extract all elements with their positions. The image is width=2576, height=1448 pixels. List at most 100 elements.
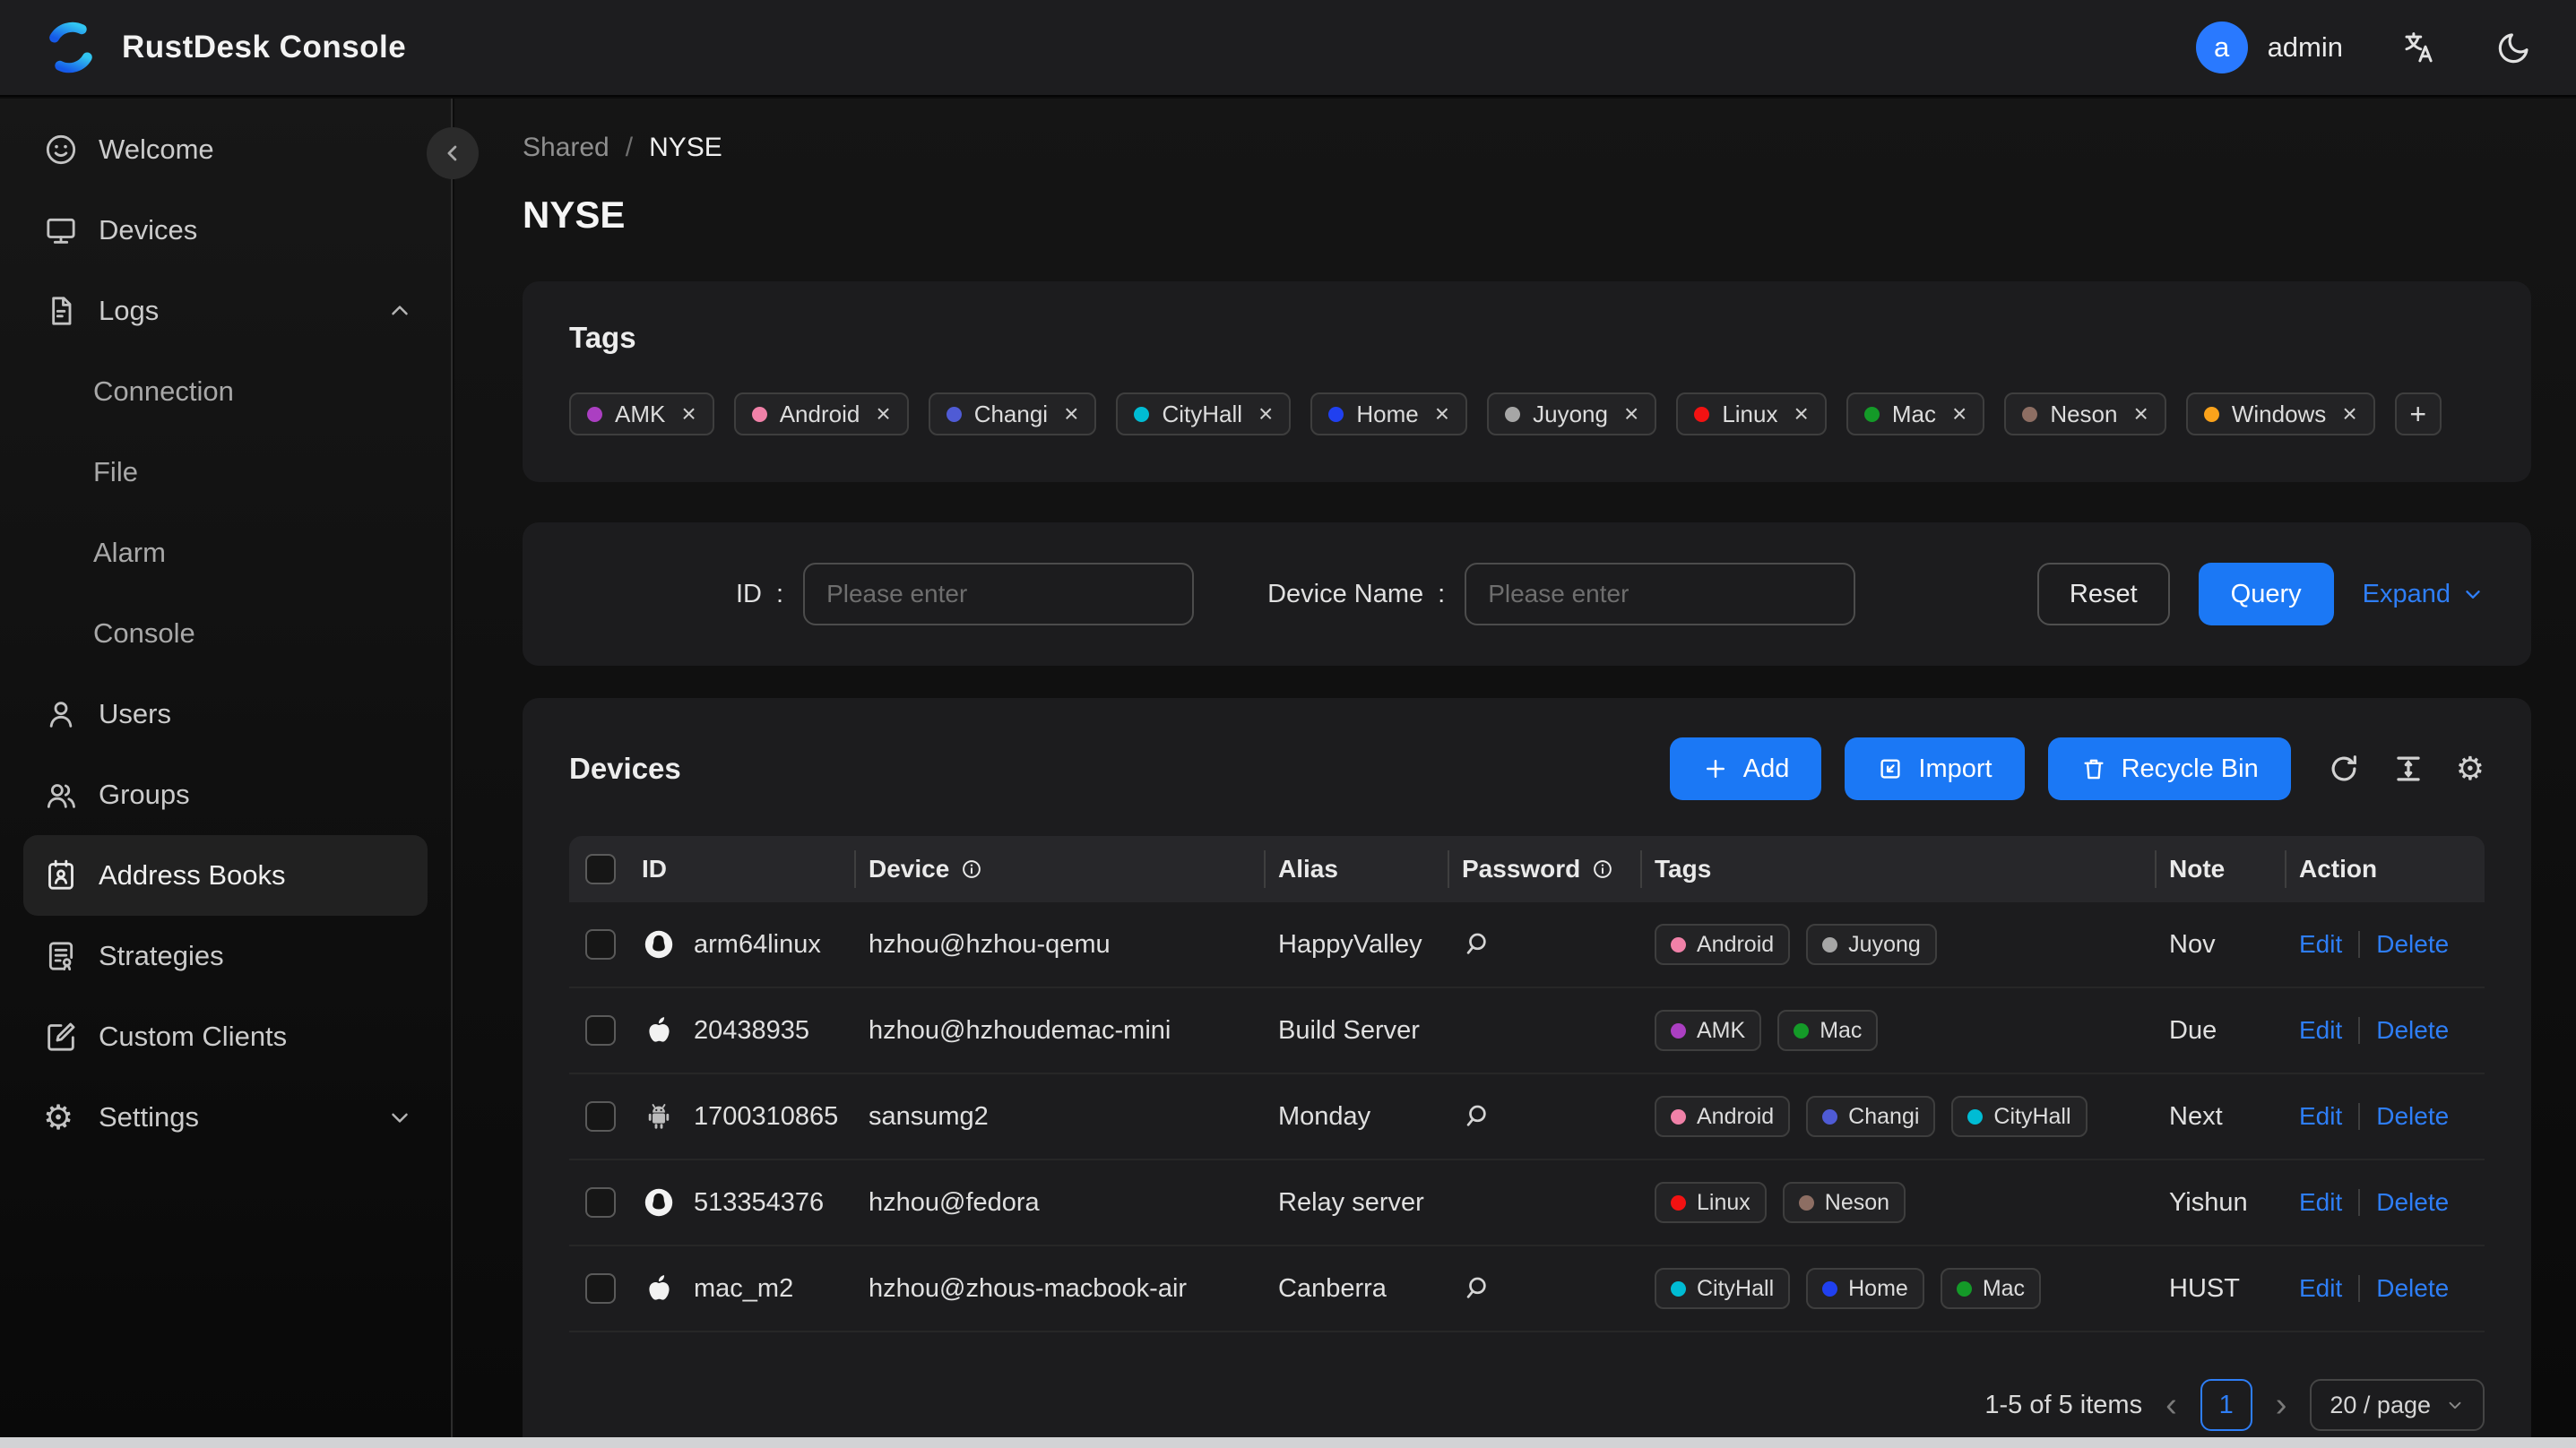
theme-toggle-moon-icon[interactable] — [2495, 29, 2533, 66]
tag-color-dot — [1822, 1280, 1838, 1297]
row-checkbox[interactable] — [585, 1273, 616, 1304]
avatar[interactable]: a — [2195, 22, 2248, 73]
tag-chip[interactable]: Changi × — [928, 392, 1097, 435]
row-actions: Edit Delete — [2285, 1016, 2485, 1045]
device-table-row: 1700310865 sansumg2 Monday Android Chang… — [569, 1074, 2485, 1160]
filter-device-name-group: Device Name : — [1267, 563, 1856, 625]
device-table-row: mac_m2 hzhou@zhous-macbook-air Canberra — [569, 1246, 2485, 1332]
device-name-filter-input[interactable] — [1465, 563, 1856, 625]
tag-remove-icon[interactable]: × — [681, 401, 696, 427]
sidebar-item-users[interactable]: Users — [0, 674, 451, 754]
user-menu[interactable]: a admin — [2195, 22, 2343, 73]
tag-chip[interactable]: Windows × — [2185, 392, 2375, 435]
sidebar-item-groups[interactable]: Groups — [0, 754, 451, 835]
tag-remove-icon[interactable]: × — [1064, 401, 1078, 427]
tag-remove-icon[interactable]: × — [876, 401, 890, 427]
password-view-icon[interactable] — [1462, 929, 1492, 960]
tag-chip[interactable]: CityHall × — [1116, 392, 1292, 435]
next-page-icon[interactable]: › — [2276, 1388, 2287, 1422]
delete-link[interactable]: Delete — [2376, 1102, 2449, 1131]
refresh-icon[interactable] — [2327, 752, 2361, 786]
delete-link[interactable]: Delete — [2376, 1274, 2449, 1303]
row-tag-chip: Mac — [1777, 1010, 1879, 1051]
edit-link[interactable]: Edit — [2299, 1274, 2342, 1303]
chevron-up-icon — [386, 297, 413, 324]
column-header-alias[interactable]: Alias — [1264, 836, 1448, 902]
sidebar-item-alarm[interactable]: Alarm — [0, 513, 451, 593]
tag-label: Juyong — [1848, 931, 1921, 957]
delete-link[interactable]: Delete — [2376, 1188, 2449, 1217]
tag-remove-icon[interactable]: × — [1258, 401, 1273, 427]
previous-page-icon[interactable]: ‹ — [2165, 1388, 2177, 1422]
add-device-button[interactable]: Add — [1669, 737, 1822, 800]
tag-chip[interactable]: AMK × — [569, 392, 714, 435]
edit-link[interactable]: Edit — [2299, 1102, 2342, 1131]
tag-chip[interactable]: Android × — [733, 392, 909, 435]
sidebar-item-address-books[interactable]: Address Books — [23, 835, 428, 916]
edit-link[interactable]: Edit — [2299, 930, 2342, 959]
password-view-icon[interactable] — [1462, 1273, 1492, 1304]
tag-label: Neson — [2050, 400, 2118, 427]
tag-remove-icon[interactable]: × — [1624, 401, 1638, 427]
edit-link[interactable]: Edit — [2299, 1188, 2342, 1217]
username: admin — [2267, 31, 2343, 63]
page-size-select[interactable]: 20 / page — [2310, 1379, 2485, 1431]
delete-link[interactable]: Delete — [2376, 1016, 2449, 1045]
tag-remove-icon[interactable]: × — [1435, 401, 1449, 427]
tag-chip[interactable]: Juyong × — [1487, 392, 1657, 435]
recycle-bin-button[interactable]: Recycle Bin — [2047, 737, 2291, 800]
tag-color-dot — [587, 406, 602, 422]
sidebar-item-strategies[interactable]: Strategies — [0, 916, 451, 996]
breadcrumb-parent[interactable]: Shared — [523, 133, 609, 163]
sidebar-item-devices[interactable]: Devices — [0, 190, 451, 271]
sidebar-item-custom-clients[interactable]: Custom Clients — [0, 996, 451, 1077]
tag-remove-icon[interactable]: × — [2342, 401, 2356, 427]
tag-color-dot — [1671, 1280, 1686, 1297]
table-settings-gear-icon[interactable]: ⚙ — [2456, 751, 2485, 788]
delete-link[interactable]: Delete — [2376, 930, 2449, 959]
query-button[interactable]: Query — [2198, 563, 2334, 625]
add-tag-button[interactable]: + — [2394, 392, 2442, 435]
horizontal-scrollbar[interactable] — [0, 1437, 2576, 1448]
reset-button[interactable]: Reset — [2036, 563, 2170, 625]
edit-link[interactable]: Edit — [2299, 1016, 2342, 1045]
row-checkbox[interactable] — [585, 1101, 616, 1132]
row-checkbox[interactable] — [585, 929, 616, 960]
row-checkbox[interactable] — [585, 1015, 616, 1046]
tag-remove-icon[interactable]: × — [2133, 401, 2148, 427]
tag-remove-icon[interactable]: × — [1794, 401, 1808, 427]
sidebar-collapse-button[interactable] — [427, 127, 479, 179]
select-all-checkbox[interactable] — [585, 854, 616, 884]
tag-chip[interactable]: Neson × — [2004, 392, 2166, 435]
column-header-password[interactable]: Password — [1448, 836, 1640, 902]
column-header-id[interactable]: ID — [627, 836, 854, 902]
password-view-icon[interactable] — [1462, 1101, 1492, 1132]
tag-remove-icon[interactable]: × — [1952, 401, 1967, 427]
expand-link[interactable]: Expand — [2363, 580, 2485, 609]
column-header-note[interactable]: Note — [2155, 836, 2285, 902]
import-button[interactable]: Import — [1845, 737, 2025, 800]
sidebar-item-file[interactable]: File — [0, 432, 451, 513]
tag-chip[interactable]: Home × — [1310, 392, 1468, 435]
column-header-tags[interactable]: Tags — [1640, 836, 2155, 902]
tag-chip[interactable]: Linux × — [1676, 392, 1827, 435]
sidebar-item-label: Connection — [93, 375, 234, 407]
sidebar-item-logs[interactable]: Logs — [0, 271, 451, 351]
sidebar-item-console[interactable]: Console — [0, 593, 451, 674]
apple-os-icon — [642, 1271, 676, 1306]
device-id-cell: mac_m2 — [627, 1271, 854, 1306]
row-checkbox[interactable] — [585, 1187, 616, 1218]
action-separator — [2358, 1275, 2361, 1302]
tag-chip[interactable]: Mac × — [1846, 392, 1985, 435]
column-header-device[interactable]: Device — [854, 836, 1264, 902]
page-number-button[interactable]: 1 — [2200, 1379, 2252, 1431]
row-height-icon[interactable] — [2391, 752, 2425, 786]
sidebar-item-welcome[interactable]: Welcome — [0, 109, 451, 190]
id-filter-input[interactable] — [803, 563, 1195, 625]
sidebar-item-connection[interactable]: Connection — [0, 351, 451, 432]
row-tag-chip: Neson — [1782, 1182, 1906, 1223]
sidebar-item-settings[interactable]: ⚙ Settings — [0, 1077, 451, 1158]
expand-label: Expand — [2362, 579, 2451, 608]
tag-label: Changi — [1848, 1103, 1920, 1129]
language-icon[interactable] — [2400, 29, 2438, 66]
